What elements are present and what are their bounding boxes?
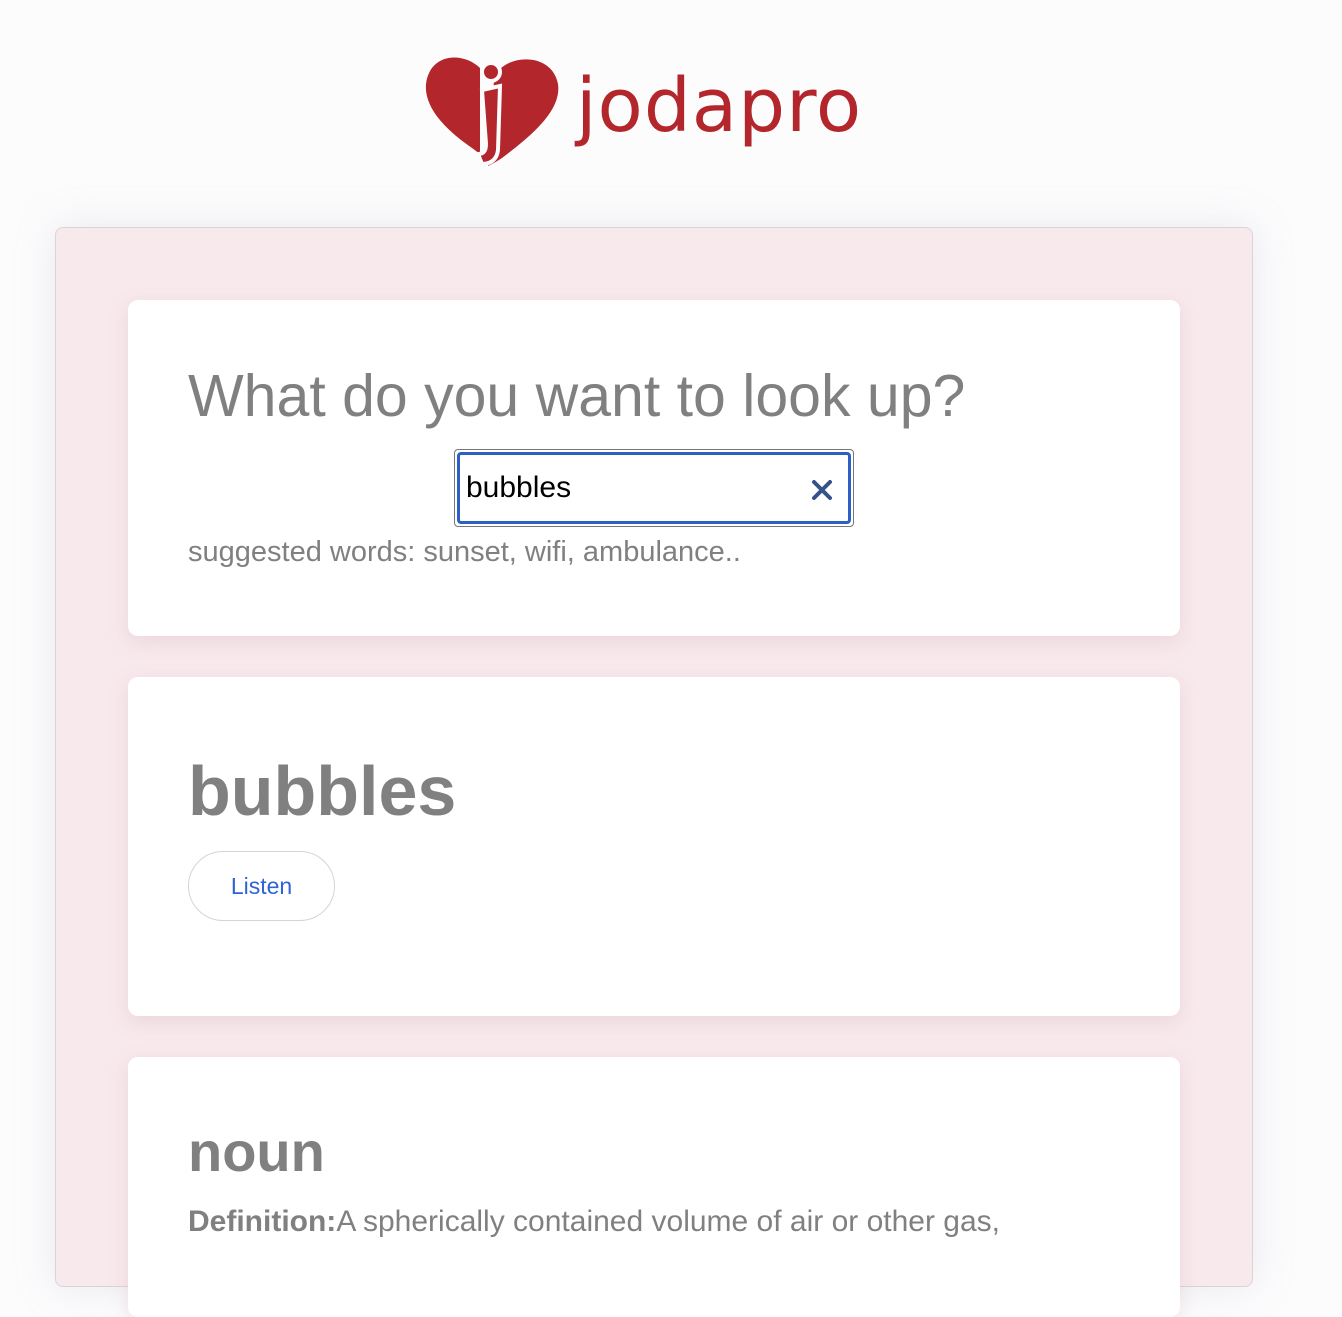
definition: Definition:A spherically contained volum…: [188, 1205, 1000, 1239]
suggested-words: suggested words: sunset, wifi, ambulance…: [188, 536, 741, 568]
brand-name: jodapro: [576, 63, 863, 149]
word-title: bubbles: [188, 752, 457, 830]
search-input[interactable]: [466, 463, 796, 513]
word-card: bubbles Listen: [128, 677, 1180, 1016]
part-of-speech: noun: [188, 1120, 325, 1183]
heart-logo-icon: [425, 57, 559, 166]
close-icon: [812, 480, 832, 500]
search-field-focus-ring: [457, 452, 851, 524]
definition-text: A spherically contained volume of air or…: [336, 1205, 1001, 1238]
clear-search-button[interactable]: [804, 469, 840, 511]
search-card: What do you want to look up? suggested w…: [128, 300, 1180, 636]
page-header: jodapro: [0, 0, 1342, 200]
listen-button[interactable]: Listen: [188, 851, 335, 921]
brand-logo[interactable]: jodapro: [424, 50, 862, 166]
search-title: What do you want to look up?: [188, 363, 966, 429]
definition-label: Definition:: [188, 1205, 337, 1238]
search-field[interactable]: [454, 449, 854, 527]
definition-card: noun Definition:A spherically contained …: [128, 1057, 1180, 1317]
